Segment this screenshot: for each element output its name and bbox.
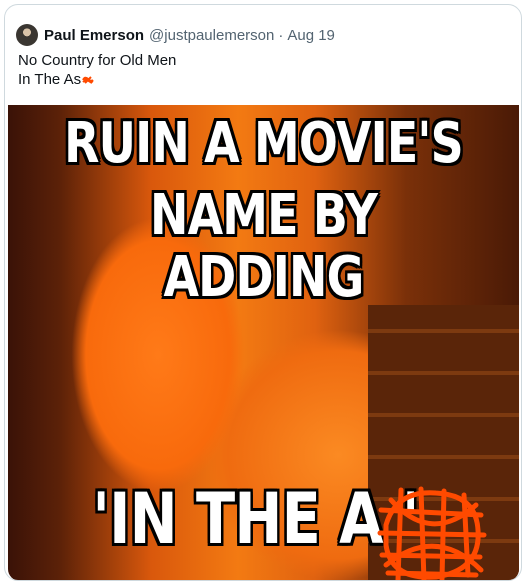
censor-scribble-icon xyxy=(82,75,94,84)
meme-image[interactable]: RUIN A MOVIE'S NAME BY ADDING 'IN THE A … xyxy=(8,105,519,580)
author-name[interactable]: Paul Emerson xyxy=(44,27,144,44)
meme-top-line1: RUIN A MOVIE'S xyxy=(64,111,464,176)
author-handle[interactable]: @justpaulemerson xyxy=(149,27,274,44)
meme-top-line2: NAME BY ADDING xyxy=(149,183,378,310)
avatar[interactable] xyxy=(16,24,38,46)
separator: · xyxy=(278,26,284,44)
tweet-text-line2: In The As xyxy=(18,71,82,88)
tweet-date[interactable]: Aug 19 xyxy=(287,27,335,44)
censor-scribble-icon xyxy=(377,486,487,580)
tweet-text-line1: No Country for Old Men xyxy=(18,52,177,69)
tweet-header: Paul Emerson @justpaulemerson · Aug 19 xyxy=(16,22,335,48)
tweet-card[interactable]: Paul Emerson @justpaulemerson · Aug 19 N… xyxy=(4,4,522,581)
tweet-text: No Country for Old Men In The As xyxy=(18,51,176,89)
tweet-text-line2-row: In The As xyxy=(18,70,176,89)
